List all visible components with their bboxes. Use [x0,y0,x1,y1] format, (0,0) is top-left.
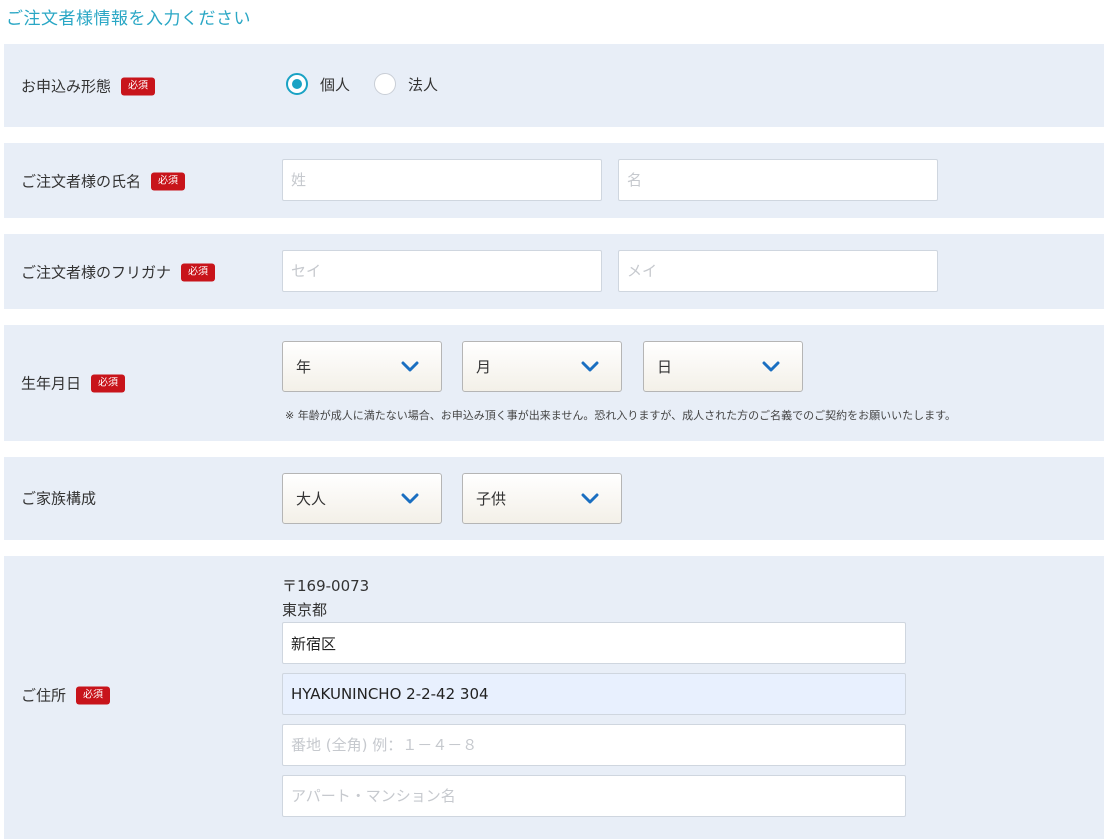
section-birthdate: 生年月日 必須 年 月 日 ※ 年齢が成人に満たない場合、お申込み頂く事が出来ま… [4,325,1104,441]
building-name-input[interactable] [282,775,906,817]
last-name-input[interactable] [282,159,602,201]
field-label-group: ご家族構成 [21,488,96,509]
application-type-radio-group: 個人 法人 [286,73,462,95]
chevron-down-icon [581,361,599,372]
section-address: ご住所 必須 〒169-0073 東京都 [4,556,1104,839]
chevron-down-icon [762,361,780,372]
adults-select[interactable]: 大人 [282,473,442,524]
required-badge: 必須 [181,263,216,281]
year-select-value: 年 [296,358,312,376]
radio-label-corporate: 法人 [408,75,439,94]
page-title: ご注文者様情報を入力ください [6,9,251,29]
radio-checked-icon[interactable] [286,73,308,95]
family-label: ご家族構成 [21,489,97,508]
block-number-input[interactable] [282,724,906,766]
city-input[interactable] [282,622,906,664]
chevron-down-icon [401,361,419,372]
chevron-down-icon [401,493,419,504]
birthdate-label: 生年月日 [21,374,82,393]
furigana-label: ご注文者様のフリガナ [21,263,172,282]
prefecture: 東京都 [282,601,328,619]
age-requirement-note: ※ 年齢が成人に満たない場合、お申込み頂く事が出来ません。恐れ入りますが、成人さ… [285,409,957,422]
children-select[interactable]: 子供 [462,473,622,524]
day-select-value: 日 [657,358,673,376]
section-application-type: お申込み形態 必須 個人 法人 [4,44,1104,127]
last-name-kana-input[interactable] [282,250,602,292]
field-label-group: ご注文者様の氏名 必須 [21,171,186,192]
application-type-label: お申込み形態 [21,77,112,96]
address-label: ご住所 [21,686,67,705]
first-name-input[interactable] [618,159,938,201]
required-badge: 必須 [91,374,126,392]
name-label: ご注文者様の氏名 [21,172,142,191]
year-select[interactable]: 年 [282,341,442,392]
first-name-kana-input[interactable] [618,250,938,292]
month-select[interactable]: 月 [462,341,622,392]
day-select[interactable]: 日 [643,341,803,392]
required-badge: 必須 [151,172,186,190]
section-family: ご家族構成 大人 子供 [4,457,1104,540]
field-label-group: ご住所 必須 [21,685,111,706]
radio-unchecked-icon[interactable] [374,73,397,95]
adults-select-value: 大人 [296,490,327,508]
section-furigana: ご注文者様のフリガナ 必須 [4,234,1104,309]
field-label-group: 生年月日 必須 [21,373,126,394]
chevron-down-icon [581,493,599,504]
field-label-group: お申込み形態 必須 [21,76,156,97]
required-badge: 必須 [76,686,111,704]
radio-option-individual[interactable]: 個人 [286,73,350,95]
children-select-value: 子供 [476,490,507,508]
section-name: ご注文者様の氏名 必須 [4,143,1104,218]
required-badge: 必須 [121,77,156,95]
radio-label-individual: 個人 [320,75,351,94]
month-select-value: 月 [476,358,492,376]
radio-option-corporate[interactable]: 法人 [374,73,438,95]
postal-code: 〒169-0073 [282,577,370,595]
field-label-group: ご注文者様のフリガナ 必須 [21,262,216,283]
street-input[interactable] [282,673,906,715]
